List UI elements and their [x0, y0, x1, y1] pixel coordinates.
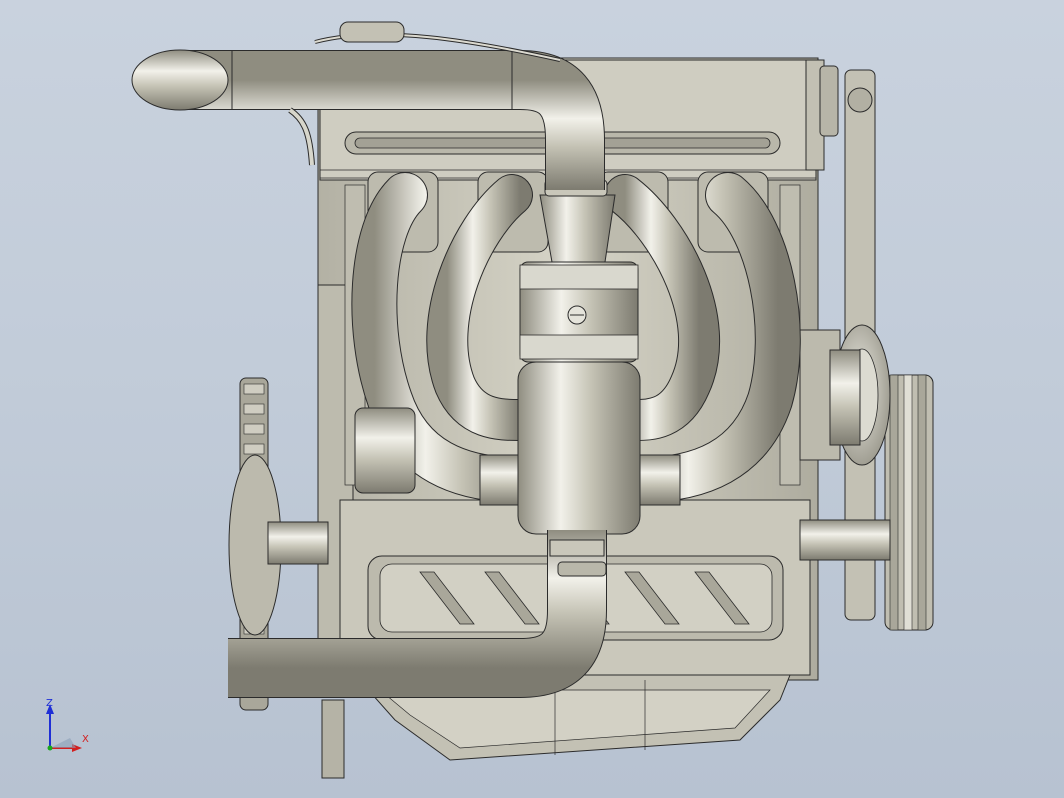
cad-viewport[interactable]: Z X — [0, 0, 1064, 798]
front-accessory-stack — [799, 59, 934, 631]
xy-plane-icon — [50, 738, 76, 748]
z-axis-label: Z — [46, 698, 53, 709]
coordinate-triad — [46, 704, 82, 752]
engine-model[interactable] — [0, 0, 1064, 798]
x-axis-label: X — [82, 734, 89, 745]
y-axis-dot-icon — [47, 745, 53, 751]
